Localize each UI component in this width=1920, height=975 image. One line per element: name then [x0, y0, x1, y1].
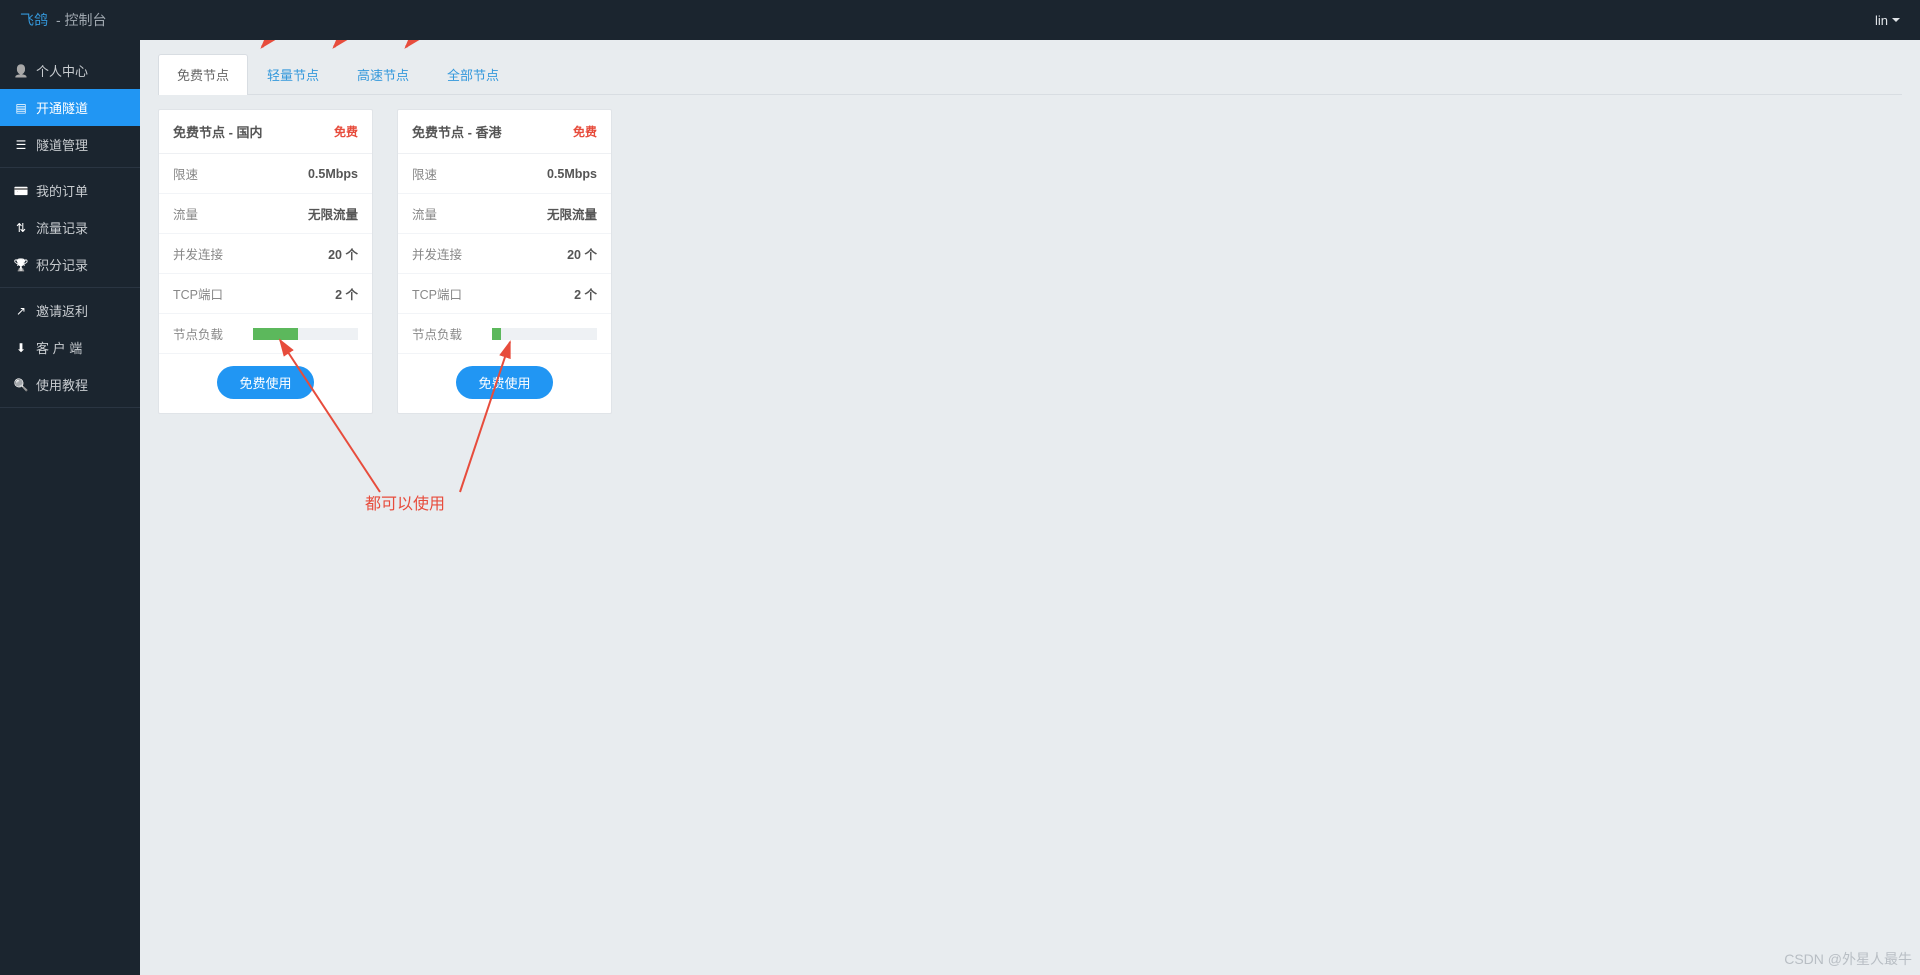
load-progress [492, 328, 597, 340]
card-row: 流量 无限流量 [398, 194, 611, 234]
load-label: 节点负载 [173, 324, 223, 343]
tab-1[interactable]: 轻量节点 [248, 54, 338, 94]
card-row: 限速 0.5Mbps [159, 154, 372, 194]
sidebar-item-label: 使用教程 [36, 375, 88, 394]
download-icon: ⬇ [14, 341, 28, 355]
sidebar-item-transfer[interactable]: ⇅ 流量记录 [0, 209, 140, 246]
use-free-button[interactable]: 免费使用 [217, 366, 313, 399]
row-label: 并发连接 [412, 244, 462, 263]
transfer-icon: ⇅ [14, 221, 28, 235]
sidebar-item-label: 隧道管理 [36, 135, 88, 154]
load-progress-fill [492, 328, 501, 340]
sidebar-item-card[interactable]: 💳 我的订单 [0, 172, 140, 209]
card-title: 免费节点 - 香港 [412, 122, 502, 141]
row-value: 0.5Mbps [547, 167, 597, 181]
sidebar-item-trophy[interactable]: 🏆 积分记录 [0, 246, 140, 283]
annotation-text: 都可以使用 [365, 490, 445, 514]
load-label: 节点负载 [412, 324, 462, 343]
sidebar-group: ↗ 邀请返利 ⬇ 客 户 端 🔍 使用教程 [0, 288, 140, 408]
sidebar-item-label: 邀请返利 [36, 301, 88, 320]
card-row: 并发连接 20 个 [159, 234, 372, 274]
row-label: TCP端口 [173, 284, 223, 303]
card-header: 免费节点 - 香港 免费 [398, 110, 611, 154]
sidebar: 👤 个人中心 ▤ 开通隧道 ☰ 隧道管理 💳 我的订单 ⇅ 流量记录 🏆 积分记录 ↗ 邀请返利 ⬇ 客 户 … [0, 40, 140, 975]
row-value: 无限流量 [308, 204, 358, 223]
card-row: TCP端口 2 个 [159, 274, 372, 314]
sidebar-group: 👤 个人中心 ▤ 开通隧道 ☰ 隧道管理 [0, 48, 140, 168]
card-row: 流量 无限流量 [159, 194, 372, 234]
sidebar-group: 💳 我的订单 ⇅ 流量记录 🏆 积分记录 [0, 168, 140, 288]
tab-2[interactable]: 高速节点 [338, 54, 428, 94]
user-name: lin [1875, 13, 1888, 28]
row-label: 并发连接 [173, 244, 223, 263]
cards: 免费节点 - 国内 免费 限速 0.5Mbps 流量 无限流量并发连接 20 个 TCP端… [158, 109, 1902, 414]
share-icon: ↗ [14, 304, 28, 318]
container: 👤 个人中心 ▤ 开通隧道 ☰ 隧道管理 💳 我的订单 ⇅ 流量记录 🏆 积分记录 ↗ 邀请返利 ⬇ 客 户 … [0, 40, 1920, 975]
row-value: 2 个 [574, 284, 597, 303]
load-progress [253, 328, 358, 340]
stack-icon: ▤ [14, 101, 28, 115]
tab-0[interactable]: 免费节点 [158, 54, 248, 95]
sidebar-item-label: 客 户 端 [36, 338, 82, 357]
row-value: 20 个 [567, 244, 597, 263]
card-header: 免费节点 - 国内 免费 [159, 110, 372, 154]
use-free-button[interactable]: 免费使用 [456, 366, 552, 399]
row-label: 流量 [412, 204, 437, 223]
sidebar-item-label: 我的订单 [36, 181, 88, 200]
load-progress-fill [253, 328, 298, 340]
trophy-icon: 🏆 [14, 258, 28, 272]
sidebar-item-stack[interactable]: ▤ 开通隧道 [0, 89, 140, 126]
card-load-row: 节点负载 [159, 314, 372, 354]
card-row: 并发连接 20 个 [398, 234, 611, 274]
card-badge: 免费 [334, 123, 358, 140]
user-icon: 👤 [14, 64, 28, 78]
card-row: 限速 0.5Mbps [398, 154, 611, 194]
user-menu[interactable]: lin [1875, 13, 1900, 28]
card-footer: 免费使用 [398, 354, 611, 413]
card-load-row: 节点负载 [398, 314, 611, 354]
topbar: 飞鸽 - 控制台 lin [0, 0, 1920, 40]
sidebar-item-list[interactable]: ☰ 隧道管理 [0, 126, 140, 163]
watermark: CSDN @外星人最牛 [1784, 949, 1912, 969]
main: 免费节点轻量节点高速节点全部节点 免费节点 - 国内 免费 限速 0.5Mbps 流… [140, 40, 1920, 975]
tab-3[interactable]: 全部节点 [428, 54, 518, 94]
row-label: TCP端口 [412, 284, 462, 303]
brand[interactable]: 飞鸽 [20, 10, 48, 30]
sidebar-item-label: 个人中心 [36, 61, 88, 80]
sidebar-item-label: 积分记录 [36, 255, 88, 274]
sidebar-item-search[interactable]: 🔍 使用教程 [0, 366, 140, 403]
card-icon: 💳 [14, 184, 28, 198]
node-card: 免费节点 - 国内 免费 限速 0.5Mbps 流量 无限流量并发连接 20 个 TCP端… [158, 109, 373, 414]
card-title: 免费节点 - 国内 [173, 122, 263, 141]
card-badge: 免费 [573, 123, 597, 140]
search-icon: 🔍 [14, 378, 28, 392]
sidebar-item-download[interactable]: ⬇ 客 户 端 [0, 329, 140, 366]
tabs: 免费节点轻量节点高速节点全部节点 [158, 54, 1902, 95]
sidebar-item-label: 开通隧道 [36, 98, 88, 117]
card-footer: 免费使用 [159, 354, 372, 413]
card-row: TCP端口 2 个 [398, 274, 611, 314]
sidebar-item-user[interactable]: 👤 个人中心 [0, 52, 140, 89]
row-label: 限速 [412, 164, 437, 183]
chevron-down-icon [1892, 18, 1900, 22]
list-icon: ☰ [14, 138, 28, 152]
row-label: 限速 [173, 164, 198, 183]
row-value: 无限流量 [547, 204, 597, 223]
brand-subtitle: - 控制台 [56, 10, 107, 30]
sidebar-item-share[interactable]: ↗ 邀请返利 [0, 292, 140, 329]
topbar-left: 飞鸽 - 控制台 [20, 10, 107, 30]
row-value: 20 个 [328, 244, 358, 263]
sidebar-item-label: 流量记录 [36, 218, 88, 237]
row-value: 2 个 [335, 284, 358, 303]
row-label: 流量 [173, 204, 198, 223]
node-card: 免费节点 - 香港 免费 限速 0.5Mbps 流量 无限流量并发连接 20 个 TCP端… [397, 109, 612, 414]
row-value: 0.5Mbps [308, 167, 358, 181]
